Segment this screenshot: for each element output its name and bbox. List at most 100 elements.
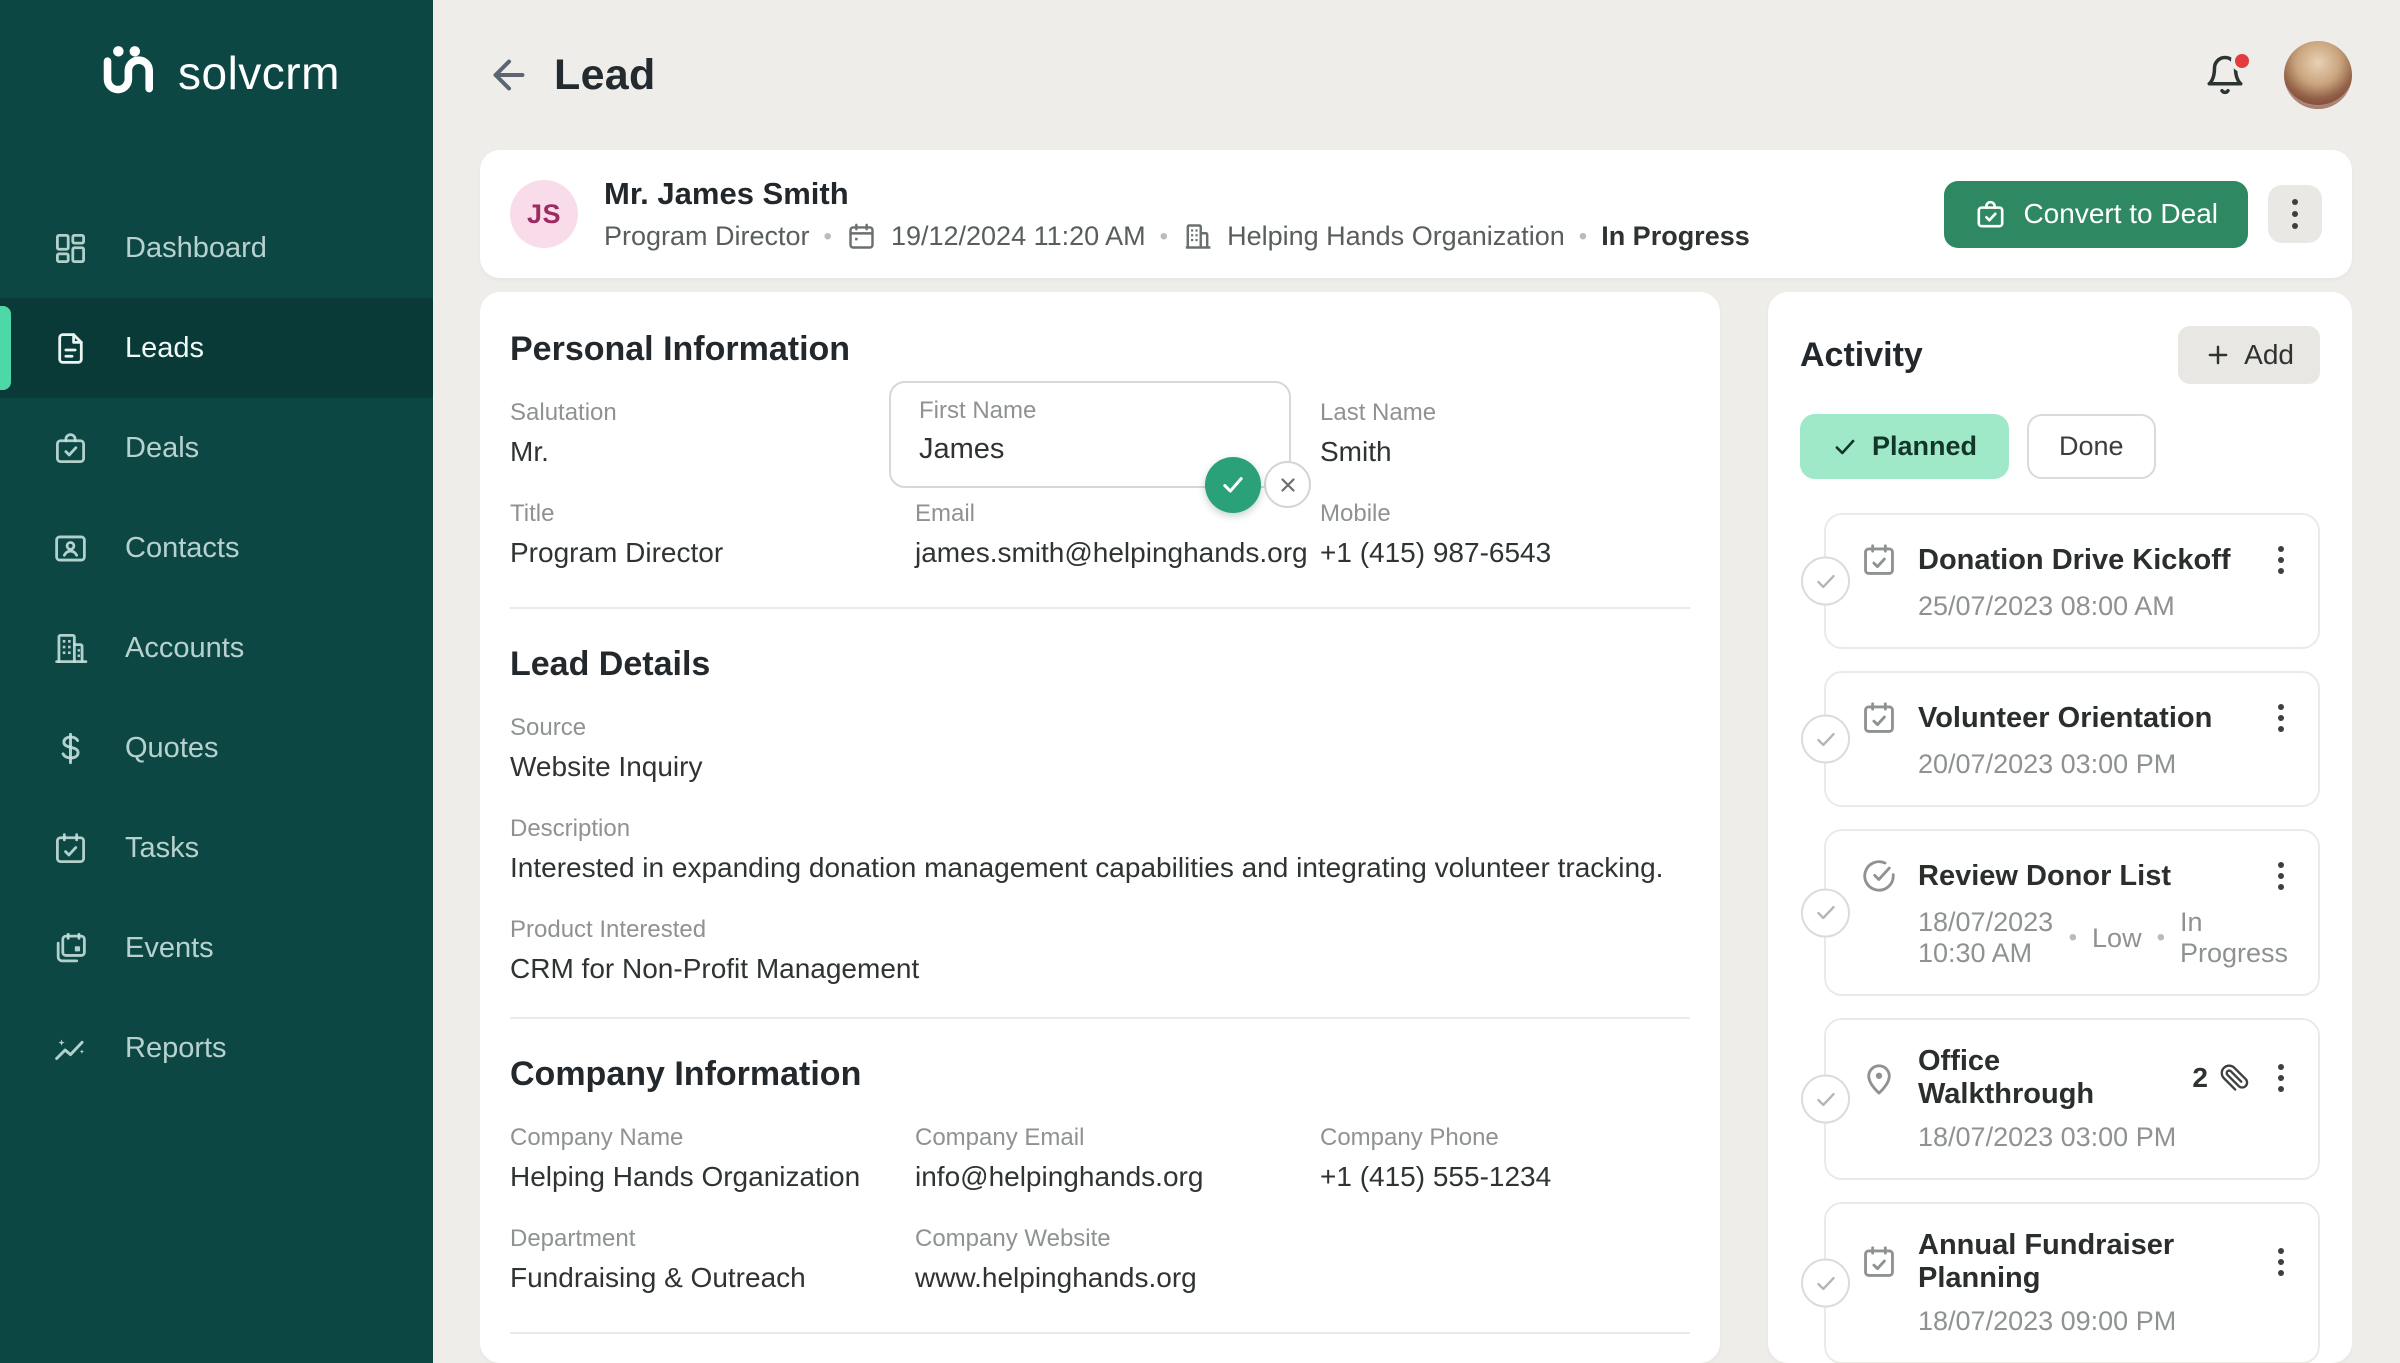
lead-summary-text: Mr. James Smith Program Director • 19/12… [604, 176, 1750, 252]
company-name-field: Company Name Helping Hands Organization [510, 1124, 861, 1192]
activity-datetime: 20/07/2023 03:00 PM [1918, 749, 2177, 779]
dot-separator: • [823, 222, 832, 250]
activity-item[interactable]: Volunteer Orientation 20/07/2023 03:00 P… [1801, 671, 2320, 807]
mobile-field: Mobile +1 (415) 987-6543 [1320, 500, 1690, 569]
activity-item-menu[interactable] [2274, 1242, 2288, 1282]
mark-done-checkbox[interactable] [1801, 714, 1850, 764]
sidebar-item-label: Dashboard [125, 231, 267, 264]
activity-item-menu[interactable] [2274, 698, 2288, 738]
close-icon [1280, 477, 1295, 492]
main-content: Lead JS Mr. James Smith Program Director… [433, 0, 2400, 1363]
sidebar-item-label: Quotes [125, 731, 219, 764]
trend-chart-icon [52, 1030, 89, 1067]
activity-item-menu[interactable] [2274, 1058, 2288, 1098]
sidebar-item-label: Accounts [125, 631, 245, 664]
activity-datetime: 18/07/2023 10:30 AM [1918, 907, 2054, 968]
dot-separator: • [2156, 924, 2165, 951]
mark-done-checkbox[interactable] [1801, 1258, 1850, 1308]
paperclip-icon [2218, 1062, 2250, 1094]
activity-heading: Activity [1800, 335, 1923, 374]
sidebar-item-events[interactable]: Events [0, 898, 433, 998]
tab-planned[interactable]: Planned [1800, 414, 2010, 479]
calendar-check-icon [1860, 1243, 1898, 1281]
company-phone-field: Company Phone +1 (415) 555-1234 [1320, 1124, 1690, 1193]
mark-done-checkbox[interactable] [1801, 888, 1850, 937]
sidebar-item-accounts[interactable]: Accounts [0, 598, 433, 698]
lead-actions: Convert to Deal [1944, 180, 2322, 248]
check-icon [1816, 1092, 1835, 1106]
tab-done[interactable]: Done [2027, 414, 2156, 479]
activity-title: Office Walkthrough [1918, 1045, 2095, 1110]
email-link[interactable]: james.smith@helpinghands.org [915, 537, 1320, 569]
add-activity-button[interactable]: Add [2178, 326, 2320, 384]
sidebar-item-leads[interactable]: Leads [0, 298, 433, 398]
first-name-label: First Name [919, 397, 1037, 424]
company-phone-link[interactable]: +1 (415) 555-1234 [1320, 1161, 1690, 1193]
sidebar-item-label: Contacts [125, 531, 240, 564]
convert-to-deal-button[interactable]: Convert to Deal [1944, 180, 2248, 248]
activity-item[interactable]: Donation Drive Kickoff 25/07/2023 08:00 … [1801, 513, 2320, 649]
first-name-input[interactable] [919, 433, 1261, 466]
activity-item[interactable]: Office Walkthrough 2 18/07/2023 03:00 PM [1801, 1018, 2320, 1180]
sidebar-item-dashboard[interactable]: Dashboard [0, 198, 433, 298]
mark-done-checkbox[interactable] [1801, 1074, 1850, 1124]
activity-datetime: 18/07/2023 09:00 PM [1918, 1306, 2177, 1336]
dot-separator: • [1159, 222, 1169, 250]
dollar-icon [52, 730, 89, 767]
activity-item[interactable]: Review Donor List 18/07/2023 10:30 AM • … [1801, 829, 2320, 996]
leads-file-icon [52, 330, 89, 367]
page-header: Lead [480, 0, 2352, 150]
lead-more-menu-button[interactable] [2268, 185, 2322, 243]
dot-separator: • [1578, 222, 1588, 250]
activity-datetime: 25/07/2023 08:00 AM [1918, 591, 2175, 621]
activity-item-menu[interactable] [2274, 540, 2288, 580]
plus-icon [2208, 345, 2228, 365]
sidebar-item-contacts[interactable]: Contacts [0, 498, 433, 598]
company-info-row-2: Department Fundraising & Outreach Compan… [510, 1225, 1690, 1326]
section-divider [510, 1017, 1690, 1019]
sidebar-item-deals[interactable]: Deals [0, 398, 433, 498]
activity-list: Donation Drive Kickoff 25/07/2023 08:00 … [1800, 513, 2320, 1363]
last-name-field: Last Name Smith [1320, 399, 1437, 467]
first-name-edit-cell: First Name [889, 381, 1320, 513]
dot-separator: • [2068, 924, 2078, 951]
notification-badge [2231, 50, 2253, 72]
activity-title: Annual Fundraiser Planning [1918, 1229, 2175, 1294]
lead-company: Helping Hands Organization [1227, 221, 1565, 251]
company-website-field: Company Website www.helpinghands.org [915, 1225, 1320, 1294]
activity-item[interactable]: Annual Fundraiser Planning 18/07/2023 09… [1801, 1202, 2320, 1363]
add-button-label: Add [2244, 339, 2294, 370]
lead-initials-avatar: JS [510, 180, 578, 248]
sidebar-item-reports[interactable]: Reports [0, 998, 433, 1098]
company-website-link[interactable]: www.helpinghands.org [915, 1262, 1320, 1294]
activity-datetime: 18/07/2023 03:00 PM [1918, 1122, 2177, 1152]
sidebar-item-quotes[interactable]: Quotes [0, 698, 433, 798]
lead-summary-card: JS Mr. James Smith Program Director • 19… [480, 150, 2352, 278]
check-icon [1835, 439, 1855, 454]
notifications-button[interactable] [2204, 50, 2253, 96]
sidebar: solvcrm Dashboard Leads Deals Contacts A… [0, 0, 433, 1363]
lead-details-heading: Lead Details [510, 645, 711, 683]
sidebar-item-tasks[interactable]: Tasks [0, 798, 433, 898]
mobile-link[interactable]: +1 (415) 987-6543 [1320, 537, 1690, 569]
user-avatar[interactable] [2284, 41, 2352, 109]
check-icon [1816, 905, 1835, 920]
sidebar-item-label: Leads [125, 331, 205, 364]
lead-job-title: Program Director [604, 221, 810, 251]
confirm-edit-button[interactable] [1205, 457, 1261, 513]
activity-item-menu[interactable] [2274, 856, 2288, 896]
cancel-edit-button[interactable] [1264, 461, 1311, 508]
calendar-check-icon [52, 830, 89, 867]
mark-done-checkbox[interactable] [1801, 556, 1850, 606]
activity-status: In Progress [2179, 907, 2289, 968]
activity-panel: Activity Add Planned Done Donation Drive… [1768, 292, 2352, 1363]
company-email-link[interactable]: info@helpinghands.org [915, 1161, 1320, 1193]
company-email-field: Company Email info@helpinghands.org [915, 1124, 1320, 1193]
activity-header: Activity Add [1800, 326, 2320, 384]
product-interested-field: Product Interested CRM for Non-Profit Ma… [510, 916, 920, 984]
app-logo[interactable]: solvcrm [0, 44, 433, 102]
back-button[interactable] [486, 49, 538, 101]
solvcrm-logo-icon [100, 44, 158, 102]
attachment-count: 2 [2192, 1062, 2208, 1093]
section-divider [510, 607, 1690, 609]
